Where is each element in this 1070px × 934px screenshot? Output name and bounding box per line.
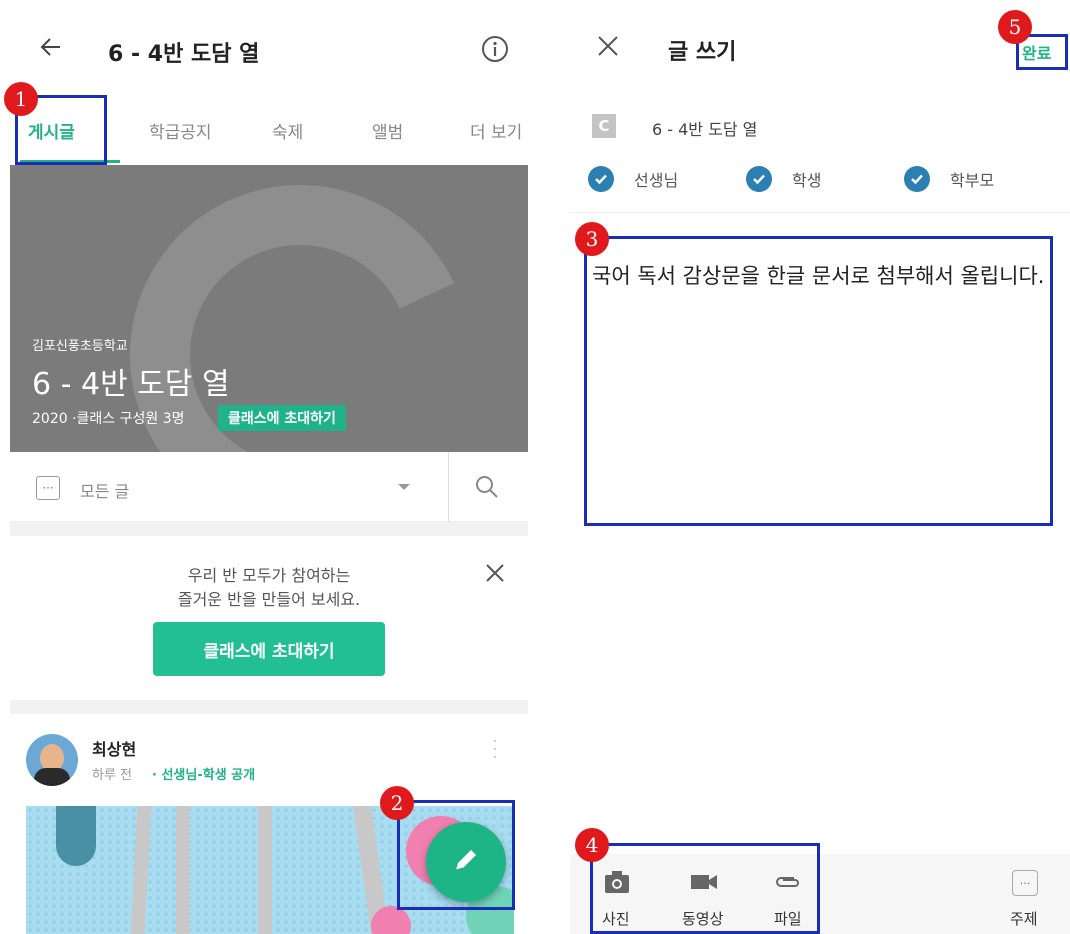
promo-text: 우리 반 모두가 참여하는 즐거운 반을 만들어 보세요. [10,564,528,612]
post-author: 최상현 [92,740,137,759]
invite-class-button[interactable]: 클래스에 초대하기 [153,622,385,676]
section-gap [10,522,528,536]
back-arrow-icon[interactable] [38,34,64,64]
check-icon [746,166,772,192]
highlight-box-3 [584,236,1053,526]
post-time: 하루 전 [92,768,133,783]
audience-label: 학부모 [950,171,995,190]
chevron-down-icon[interactable] [398,484,410,490]
audience-label: 선생님 [634,171,679,190]
marker-2: 2 [380,786,414,820]
search-icon[interactable] [474,474,500,504]
close-icon[interactable] [596,34,620,62]
audience-label: 학생 [792,171,822,190]
class-meta: 2020 ·클래스 구성원 3명 [32,411,185,427]
tab-album[interactable]: 앨범 [372,118,403,143]
post-visibility: · 선생님-학생 공개 [152,768,256,783]
section-gap [10,700,528,714]
marker-4: 4 [575,828,609,862]
class-banner: 김포신풍초등학교 6 - 4반 도담 열 2020 ·클래스 구성원 3명 클래… [10,165,528,452]
filter-row: ··· 모든 글 [10,452,528,522]
list-icon: ··· [36,476,60,500]
more-icon[interactable]: ··· [1012,870,1038,896]
audience-student[interactable]: 학생 [746,166,821,192]
class-name: 6 - 4반 도담 열 [652,120,758,139]
highlight-box-4 [590,843,820,934]
page-title: 6 - 4반 도담 열 [108,42,260,67]
divider [448,452,449,522]
toolbar-topic-label[interactable]: 주제 [1010,908,1038,929]
divider [570,212,1070,213]
marker-5: 5 [998,10,1032,44]
promo-line-1: 우리 반 모두가 참여하는 [187,566,351,585]
check-icon [588,166,614,192]
page-title: 글 쓰기 [668,40,737,65]
avatar[interactable] [26,734,78,786]
filter-dropdown[interactable]: 모든 글 [80,478,129,502]
school-name: 김포신풍초등학교 [32,339,128,354]
check-icon [904,166,930,192]
audience-teacher[interactable]: 선생님 [588,166,678,192]
tab-more[interactable]: 더 보기 [470,118,522,143]
kebab-menu-icon[interactable]: · · · [492,733,498,767]
tab-notices[interactable]: 학급공지 [149,118,212,143]
invite-badge-button[interactable]: 클래스에 초대하기 [218,405,346,431]
audience-parent[interactable]: 학부모 [904,166,994,192]
highlight-box-2 [397,800,515,910]
class-title: 6 - 4반 도담 열 [32,367,230,402]
marker-3: 3 [575,222,609,256]
info-icon[interactable] [481,35,509,67]
promo-line-2: 즐거운 반을 만들어 보세요. [177,590,361,609]
marker-1: 1 [4,82,38,116]
class-badge-icon: C [592,114,616,138]
tab-homework[interactable]: 숙제 [272,118,303,143]
close-icon[interactable] [484,562,506,588]
